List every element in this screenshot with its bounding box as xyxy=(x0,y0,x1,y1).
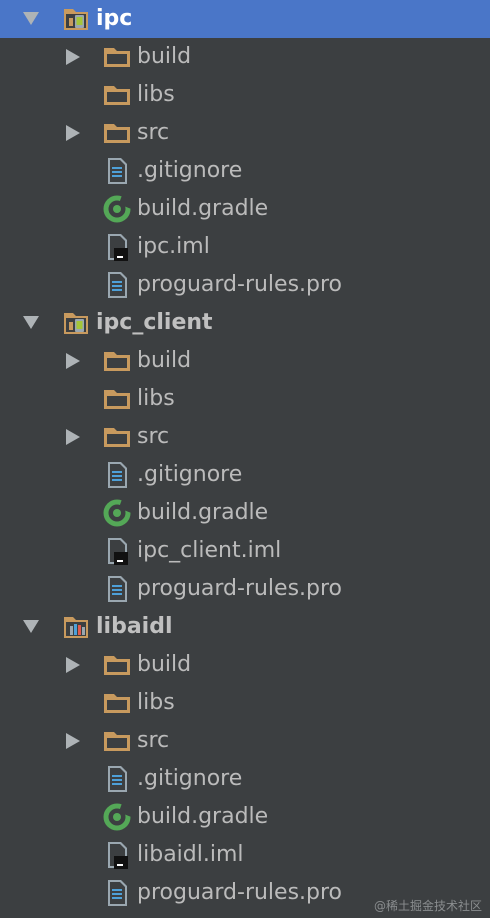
module-icon xyxy=(61,308,91,338)
module-label: ipc_client xyxy=(96,310,213,335)
tree-item-gitignore[interactable]: .gitignore xyxy=(0,760,490,798)
collapse-arrow-icon[interactable] xyxy=(66,49,80,65)
tree-item-label: build xyxy=(137,348,192,373)
module-label: ipc xyxy=(96,6,133,31)
tree-module-libaidl[interactable]: libaidl xyxy=(0,608,490,646)
folder-icon xyxy=(102,384,132,414)
tree-item-src[interactable]: src xyxy=(0,114,490,152)
tree-item-label: libaidl.iml xyxy=(137,842,244,867)
tree-item-label: src xyxy=(137,120,170,145)
tree-item-build[interactable]: build xyxy=(0,38,490,76)
folder-icon xyxy=(102,346,132,376)
text-file-icon xyxy=(102,156,132,186)
tree-item-label: .gitignore xyxy=(137,766,243,791)
tree-item-gitignore[interactable]: .gitignore xyxy=(0,152,490,190)
tree-item-gitignore[interactable]: .gitignore xyxy=(0,456,490,494)
tree-item-build-gradle[interactable]: build.gradle xyxy=(0,190,490,228)
tree-item-label: .gitignore xyxy=(137,462,243,487)
tree-item-label: proguard-rules.pro xyxy=(137,880,343,905)
module-icon xyxy=(61,4,91,34)
tree-item-label: build.gradle xyxy=(137,804,269,829)
gradle-icon xyxy=(102,802,132,832)
expand-arrow-icon[interactable] xyxy=(23,316,39,329)
tree-item-label: libs xyxy=(137,690,175,715)
project-tree: ipc build libs src .gitignore build.gradle ipc… xyxy=(0,0,490,912)
tree-item-libs[interactable]: libs xyxy=(0,380,490,418)
text-file-icon xyxy=(102,574,132,604)
collapse-arrow-icon[interactable] xyxy=(66,353,80,369)
tree-item-build[interactable]: build xyxy=(0,646,490,684)
tree-item-label: build.gradle xyxy=(137,500,269,525)
tree-module-ipc-client[interactable]: ipc_client xyxy=(0,304,490,342)
tree-item-libs[interactable]: libs xyxy=(0,76,490,114)
tree-item-label: .gitignore xyxy=(137,158,243,183)
tree-item-label: proguard-rules.pro xyxy=(137,272,343,297)
collapse-arrow-icon[interactable] xyxy=(66,125,80,141)
tree-item-label: build.gradle xyxy=(137,196,269,221)
tree-item-proguard-rules-pro[interactable]: proguard-rules.pro xyxy=(0,266,490,304)
expand-arrow-icon[interactable] xyxy=(23,12,39,25)
tree-item-libaidl-iml[interactable]: libaidl.iml xyxy=(0,836,490,874)
tree-item-src[interactable]: src xyxy=(0,722,490,760)
expand-arrow-icon[interactable] xyxy=(23,620,39,633)
folder-icon xyxy=(102,118,132,148)
folder-icon xyxy=(102,80,132,110)
tree-item-label: src xyxy=(137,424,170,449)
watermark: @稀土掘金技术社区 xyxy=(373,899,482,913)
folder-icon xyxy=(102,726,132,756)
tree-item-ipc-iml[interactable]: ipc.iml xyxy=(0,228,490,266)
folder-icon xyxy=(102,688,132,718)
tree-item-label: ipc_client.iml xyxy=(137,538,282,563)
tree-item-label: proguard-rules.pro xyxy=(137,576,343,601)
tree-item-libs[interactable]: libs xyxy=(0,684,490,722)
tree-item-label: build xyxy=(137,652,192,677)
iml-file-icon xyxy=(102,536,132,566)
library-module-icon xyxy=(61,612,91,642)
tree-item-proguard-rules-pro[interactable]: proguard-rules.pro xyxy=(0,570,490,608)
gradle-icon xyxy=(102,498,132,528)
tree-item-label: libs xyxy=(137,386,175,411)
tree-item-build[interactable]: build xyxy=(0,342,490,380)
text-file-icon xyxy=(102,764,132,794)
collapse-arrow-icon[interactable] xyxy=(66,429,80,445)
iml-file-icon xyxy=(102,840,132,870)
tree-module-ipc[interactable]: ipc xyxy=(0,0,490,38)
folder-icon xyxy=(102,42,132,72)
module-label: libaidl xyxy=(96,614,173,639)
folder-icon xyxy=(102,650,132,680)
tree-item-label: ipc.iml xyxy=(137,234,210,259)
folder-icon xyxy=(102,422,132,452)
tree-item-src[interactable]: src xyxy=(0,418,490,456)
tree-item-build-gradle[interactable]: build.gradle xyxy=(0,798,490,836)
tree-item-label: src xyxy=(137,728,170,753)
tree-item-label: build xyxy=(137,44,192,69)
tree-item-build-gradle[interactable]: build.gradle xyxy=(0,494,490,532)
text-file-icon xyxy=(102,270,132,300)
text-file-icon xyxy=(102,460,132,490)
text-file-icon xyxy=(102,878,132,908)
collapse-arrow-icon[interactable] xyxy=(66,733,80,749)
tree-item-ipc-client-iml[interactable]: ipc_client.iml xyxy=(0,532,490,570)
gradle-icon xyxy=(102,194,132,224)
iml-file-icon xyxy=(102,232,132,262)
tree-item-label: libs xyxy=(137,82,175,107)
collapse-arrow-icon[interactable] xyxy=(66,657,80,673)
